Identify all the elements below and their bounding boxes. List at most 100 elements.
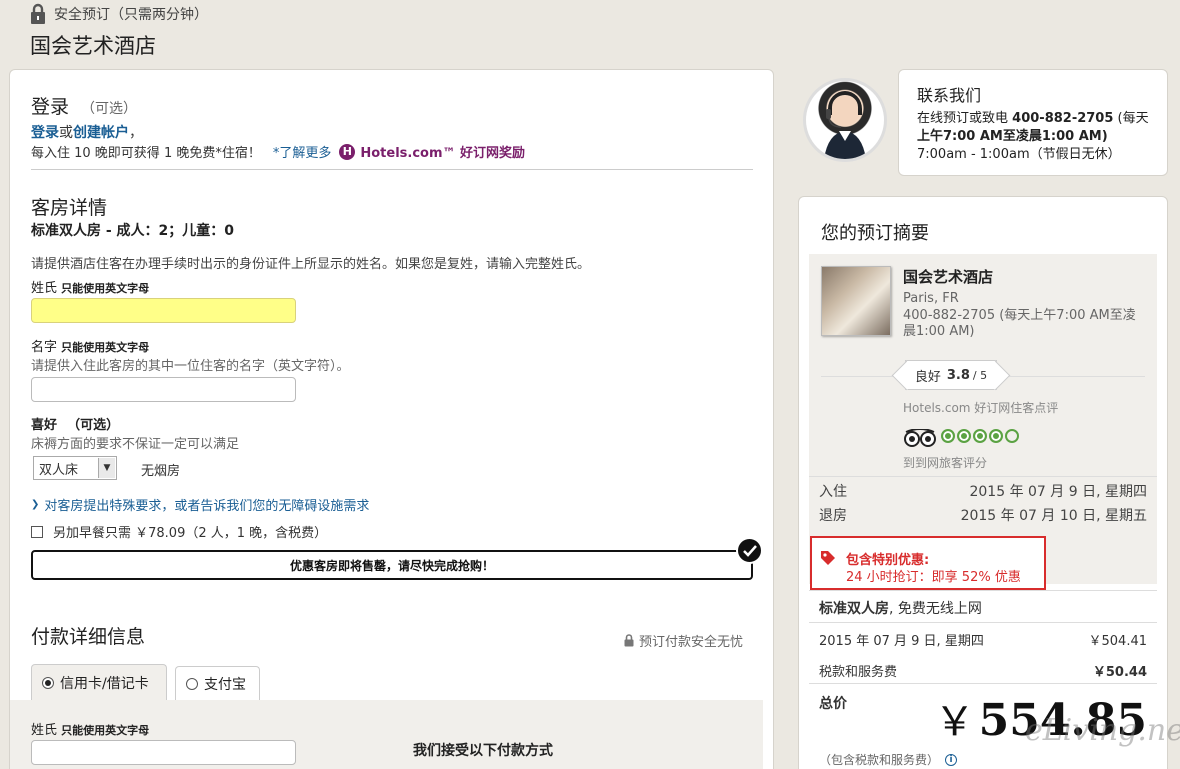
contact-prefix: 在线预订或致电 — [917, 111, 1009, 126]
tab-alipay-label: 支付宝 — [204, 676, 246, 693]
total-note-row: （包含税款和服务费） i — [819, 751, 958, 768]
total-note: （包含税款和服务费） — [819, 753, 940, 767]
comma-text: ， — [129, 125, 143, 141]
divider — [809, 590, 1157, 591]
special-deal-box: 包含特别优惠: 24 小时抢订：即享 52% 优惠 — [810, 536, 1046, 590]
room-subtitle: 标准双人房 - 成人：2；儿童：0 — [31, 223, 235, 239]
room-type-text: 标准双人房 — [819, 601, 889, 617]
smoking-preference: 无烟房 — [141, 464, 181, 479]
contact-suffix: (每天 — [1117, 111, 1149, 126]
total-currency: ￥ — [934, 699, 975, 745]
summary-room-type: 标准双人房, 免费无线上网 — [819, 598, 982, 618]
rating-value: 3.8 — [946, 367, 970, 383]
hotels-logo-icon: H — [339, 143, 356, 160]
payment-surname-label-text: 姓氏 — [31, 723, 58, 738]
login-links: 登录或创建帐户， — [31, 122, 143, 142]
urgency-banner: 优惠客房即将售罄，请尽快完成抢购！ — [31, 550, 753, 580]
given-name-note: 请提供入住此客房的其中一位住客的名字（英文字符）。 — [31, 359, 350, 374]
login-title: 登录 — [31, 96, 70, 118]
name-note: 请提供酒店住客在办理手续时出示的身份证件上所显示的姓名。如果您是复姓，请输入完整… — [31, 257, 591, 272]
contact-line2: 上午7:00 AM至凌晨1:00 AM) — [917, 129, 1108, 144]
rating-dot — [941, 429, 955, 443]
checkout-date: 2015 年 07 月 10 日, 星期五 — [960, 508, 1147, 524]
tripadvisor-rating — [903, 429, 1021, 447]
tripadvisor-dots — [941, 429, 1021, 447]
bed-type-select[interactable]: 双人床 ▼ — [33, 456, 117, 480]
summary-city: Paris, FR — [903, 291, 959, 306]
breakfast-checkbox[interactable] — [31, 525, 43, 538]
page-title: 国会艺术酒店 — [30, 34, 156, 58]
chevron-right-icon: ❯ — [31, 499, 40, 510]
contact-line1: 在线预订或致电 400-882-2705 (每天 — [917, 107, 1149, 126]
login-link[interactable]: 登录 — [31, 125, 59, 141]
payment-surname-hint: 只能使用英文字母 — [61, 724, 150, 737]
divider — [809, 683, 1157, 684]
given-label-text: 名字 — [31, 340, 58, 355]
surname-label: 姓氏 只能使用英文字母 — [31, 277, 149, 296]
hotel-thumbnail[interactable] — [821, 266, 891, 336]
pref-label-text: 喜好 — [31, 418, 58, 433]
reward-line: 每入住 10 晚即可获得 1 晚免费*住宿！ *了解更多 H Hotels.co… — [31, 142, 525, 161]
payment-secure-note: 预订付款安全无忧 — [624, 631, 743, 650]
info-icon[interactable]: i — [945, 753, 958, 766]
rating-dot — [973, 429, 987, 443]
rating-dot — [957, 429, 971, 443]
contact-line3: 7:00am - 1:00am（节假日无休） — [917, 147, 1121, 162]
lock-icon — [624, 634, 634, 647]
rating-dot — [989, 429, 1003, 443]
preferences-note: 床褥方面的要求不保证一定可以满足 — [31, 437, 240, 452]
given-hint: 只能使用英文字母 — [61, 341, 150, 354]
chevron-down-icon: ▼ — [98, 458, 115, 478]
price-tag-icon — [821, 551, 835, 565]
payment-title: 付款详细信息 — [31, 626, 146, 648]
payment-surname-input[interactable] — [31, 740, 296, 765]
guest-rating-badge: 良好 3.8 / 5 — [905, 360, 997, 390]
payment-surname-label: 姓氏 只能使用英文字母 — [31, 719, 149, 738]
tab-credit-card[interactable]: 信用卡/借记卡 — [31, 664, 167, 700]
tab-credit-card-label: 信用卡/借记卡 — [60, 675, 149, 692]
checkin-date: 2015 年 07 月 9 日, 星期四 — [969, 484, 1147, 500]
special-request-link[interactable]: 对客房提出特殊要求，或者告诉我们您的无障碍设施需求 — [44, 495, 369, 514]
surname-label-text: 姓氏 — [31, 281, 58, 296]
rating-label: 良好 — [914, 369, 941, 385]
given-name-input[interactable] — [31, 377, 296, 402]
deal-text: 24 小时抢订：即享 52% 优惠 — [846, 570, 1021, 585]
tripadvisor-owl-icon — [904, 429, 936, 447]
payment-secure-text: 预订付款安全无忧 — [639, 635, 744, 650]
divider — [809, 622, 1157, 623]
room-details-title: 客房详情 — [31, 197, 108, 219]
contact-phone[interactable]: 400-882-2705 — [1012, 111, 1113, 126]
total-label: 总价 — [819, 696, 847, 712]
checkout-label: 退房 — [819, 508, 847, 524]
tripadvisor-label: 到到网旅客评分 — [903, 456, 988, 470]
alipay-radio[interactable] — [186, 677, 198, 690]
bed-type-value: 双人床 — [39, 462, 79, 478]
given-name-label: 名字 只能使用英文字母 — [31, 336, 149, 355]
preferences-label: 喜好 （可选） — [31, 414, 119, 433]
checkmark-icon — [736, 537, 763, 564]
credit-card-radio[interactable] — [42, 676, 54, 689]
summary-hotel-name[interactable]: 国会艺术酒店 — [903, 266, 993, 287]
login-optional: （可选） — [81, 101, 138, 117]
rating-max: / 5 — [972, 368, 988, 382]
breakfast-row: 另加早餐只需 ￥78.09（2 人，1 晚，含税费） — [31, 522, 327, 541]
learn-more-link[interactable]: *了解更多 — [273, 142, 332, 161]
accepted-payment-text: 我们接受以下付款方式 — [413, 743, 553, 759]
surname-input[interactable] — [31, 298, 296, 323]
summary-phone: 400-882-2705 (每天上午7:00 AM至凌晨1:00 AM) — [903, 308, 1136, 339]
rating-dot — [1005, 429, 1019, 443]
special-request-row[interactable]: ❯ 对客房提出特殊要求，或者告诉我们您的无障碍设施需求 — [31, 495, 369, 514]
tab-alipay[interactable]: 支付宝 — [175, 666, 260, 700]
divider — [31, 169, 753, 170]
support-agent-avatar — [803, 78, 887, 162]
secure-booking-header: 安全预订（只需两分钟） — [30, 3, 208, 24]
room-extra-text: , 免费无线上网 — [889, 601, 982, 617]
booking-form-panel: 登录 （可选） 登录或创建帐户， 每入住 10 晚即可获得 1 晚免费*住宿！ … — [9, 69, 774, 769]
create-account-link[interactable]: 创建帐户 — [73, 125, 129, 141]
tax-label: 税款和服务费 — [819, 665, 898, 680]
checkin-label: 入住 — [819, 484, 847, 500]
reward-text: 每入住 10 晚即可获得 1 晚免费*住宿！ — [31, 146, 261, 161]
watermark: eLiving.net — [1025, 713, 1180, 748]
rating-source: Hotels.com 好订网住客点评 — [903, 401, 1059, 415]
rewards-brand-link[interactable]: Hotels.com™ 好订网奖励 — [360, 142, 525, 161]
